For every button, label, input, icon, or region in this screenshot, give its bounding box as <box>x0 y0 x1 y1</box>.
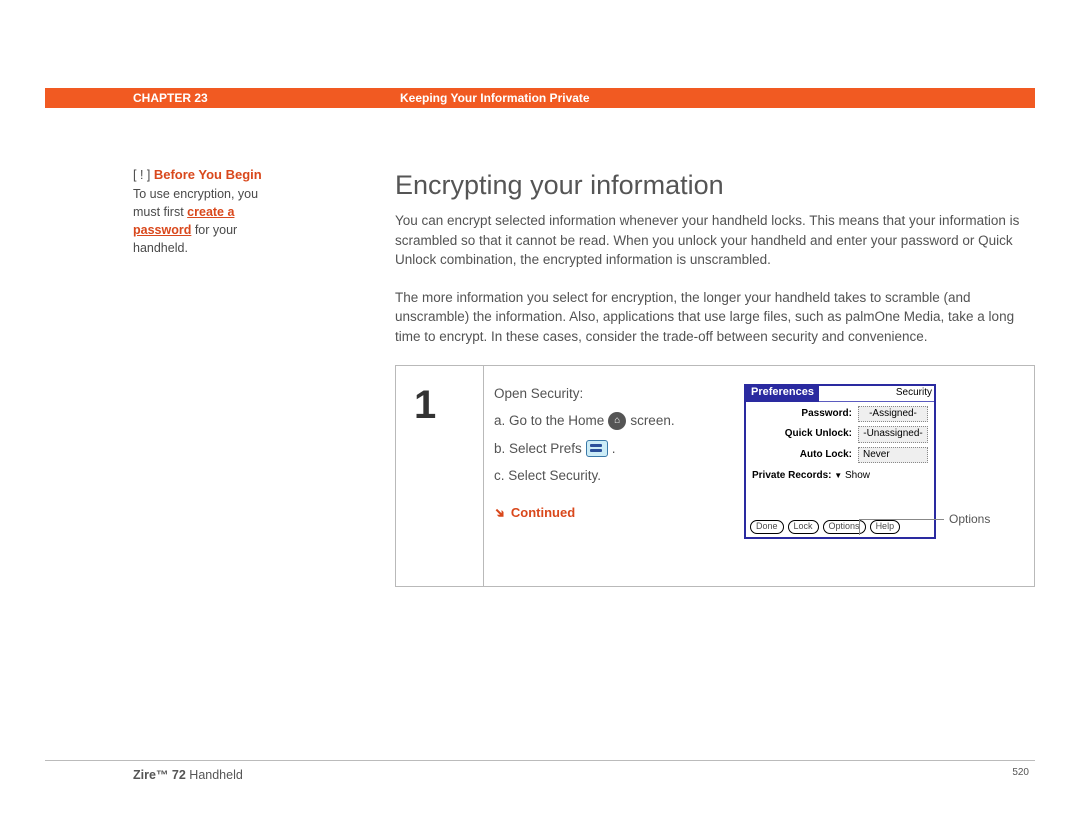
product-name-bold: Zire™ 72 <box>133 768 186 782</box>
prefs-icon <box>586 440 608 457</box>
quick-unlock-value: -Unassigned- <box>858 426 928 443</box>
step-b-post: . <box>612 439 616 459</box>
step-a: a. Go to the Home ⌂ screen. <box>494 411 738 431</box>
step-a-pre: a. Go to the Home <box>494 411 604 431</box>
step-c: c. Select Security. <box>494 466 738 486</box>
continued-arrow-icon: ➔ <box>489 503 510 524</box>
page-number: 520 <box>1012 766 1029 784</box>
step-a-post: screen. <box>630 411 674 431</box>
step-number: 1 <box>414 376 483 434</box>
device-done-button: Done <box>750 520 784 533</box>
product-name-rest: Handheld <box>186 768 243 782</box>
private-records-row: Private Records: ▼ Show <box>746 463 934 484</box>
before-you-begin-heading: Before You Begin <box>154 167 262 182</box>
device-lock-button: Lock <box>788 520 819 533</box>
dropdown-icon: ▼ <box>834 470 842 482</box>
home-icon: ⌂ <box>608 412 626 430</box>
device-screen: Preferences Security Password: -Assigned… <box>744 384 936 539</box>
sidebar-body: To use encryption, you must first create… <box>133 185 280 258</box>
private-records-value: Show <box>845 470 870 481</box>
continued-label: Continued <box>511 504 575 523</box>
step-b: b. Select Prefs . <box>494 439 738 459</box>
continued-indicator: ➔ Continued <box>494 504 738 523</box>
page-footer: Zire™ 72 Handheld 520 <box>45 760 1035 784</box>
quick-unlock-label: Quick Unlock: <box>785 427 852 442</box>
device-help-button: Help <box>870 520 901 533</box>
callout-leader-line <box>859 519 944 520</box>
device-section: Security <box>896 386 932 401</box>
chapter-number: CHAPTER 23 <box>45 88 400 108</box>
chapter-header: CHAPTER 23 Keeping Your Information Priv… <box>45 88 1035 108</box>
password-label: Password: <box>801 407 852 422</box>
step-1-box: 1 Open Security: a. Go to the Home ⌂ scr… <box>395 365 1035 587</box>
step-number-column: 1 <box>396 366 484 586</box>
auto-lock-value: Never <box>858 447 928 464</box>
step-b-pre: b. Select Prefs <box>494 439 582 459</box>
options-callout-label: Options <box>949 511 990 528</box>
product-name: Zire™ 72 Handheld <box>133 766 243 784</box>
sidebar-note: [ ! ] Before You Begin To use encryption… <box>45 166 305 587</box>
intro-paragraph-2: The more information you select for encr… <box>395 288 1035 347</box>
page-title: Encrypting your information <box>395 166 1035 205</box>
chapter-title: Keeping Your Information Private <box>400 88 1035 108</box>
private-records-label: Private Records: <box>752 470 831 481</box>
device-title: Preferences <box>746 384 819 402</box>
device-screenshot-column: Preferences Security Password: -Assigned… <box>744 384 1034 568</box>
intro-paragraph-1: You can encrypt selected information whe… <box>395 211 1035 270</box>
password-value: -Assigned- <box>858 406 928 423</box>
step-intro: Open Security: <box>494 384 738 404</box>
step-instructions: Open Security: a. Go to the Home ⌂ scree… <box>494 384 744 568</box>
auto-lock-label: Auto Lock: <box>800 448 852 463</box>
alert-marker: [ ! ] <box>133 168 150 182</box>
